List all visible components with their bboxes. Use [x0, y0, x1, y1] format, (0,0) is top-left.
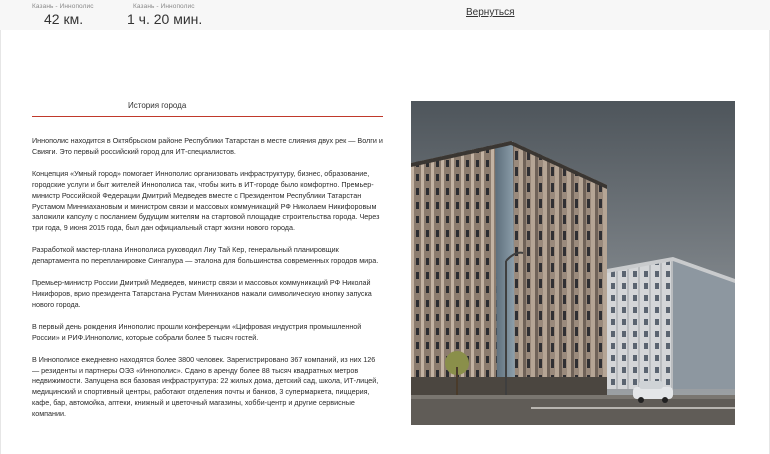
article-paragraph: Разработкой мастер-плана Иннополиса руко…: [32, 245, 379, 266]
article-paragraph: Иннополис находится в Октябрьском районе…: [32, 136, 383, 156]
page-edge-left: [0, 30, 1, 454]
distance-label: Казань - Иннополис: [32, 3, 94, 10]
top-info-bar: Казань - Иннополис 42 км. Казань - Инноп…: [0, 0, 770, 30]
section-title: История города: [128, 101, 187, 110]
article-body: Иннополис находится в Октябрьском районе…: [32, 136, 384, 431]
distance-value: 42 км.: [44, 11, 84, 27]
article-paragraph: Концепция «Умный город» помогает Иннопол…: [32, 168, 380, 233]
article-paragraph: Премьер-министр России Дмитрий Медведев,…: [32, 278, 372, 309]
duration-value: 1 ч. 20 мин.: [127, 11, 203, 27]
article-paragraph: В Иннополисе ежедневно находятся более 3…: [32, 354, 379, 419]
duration-stat: Казань - Иннополис 1 ч. 20 мин.: [127, 3, 202, 27]
distance-stat: Казань - Иннополис 42 км.: [32, 3, 94, 27]
back-link[interactable]: Вернуться: [466, 7, 515, 18]
city-building-photo: [411, 101, 735, 425]
article-paragraph: В первый день рождения Иннополис прошли …: [32, 321, 362, 342]
title-divider: [32, 116, 383, 117]
duration-label: Казань - Иннополис: [133, 3, 195, 10]
